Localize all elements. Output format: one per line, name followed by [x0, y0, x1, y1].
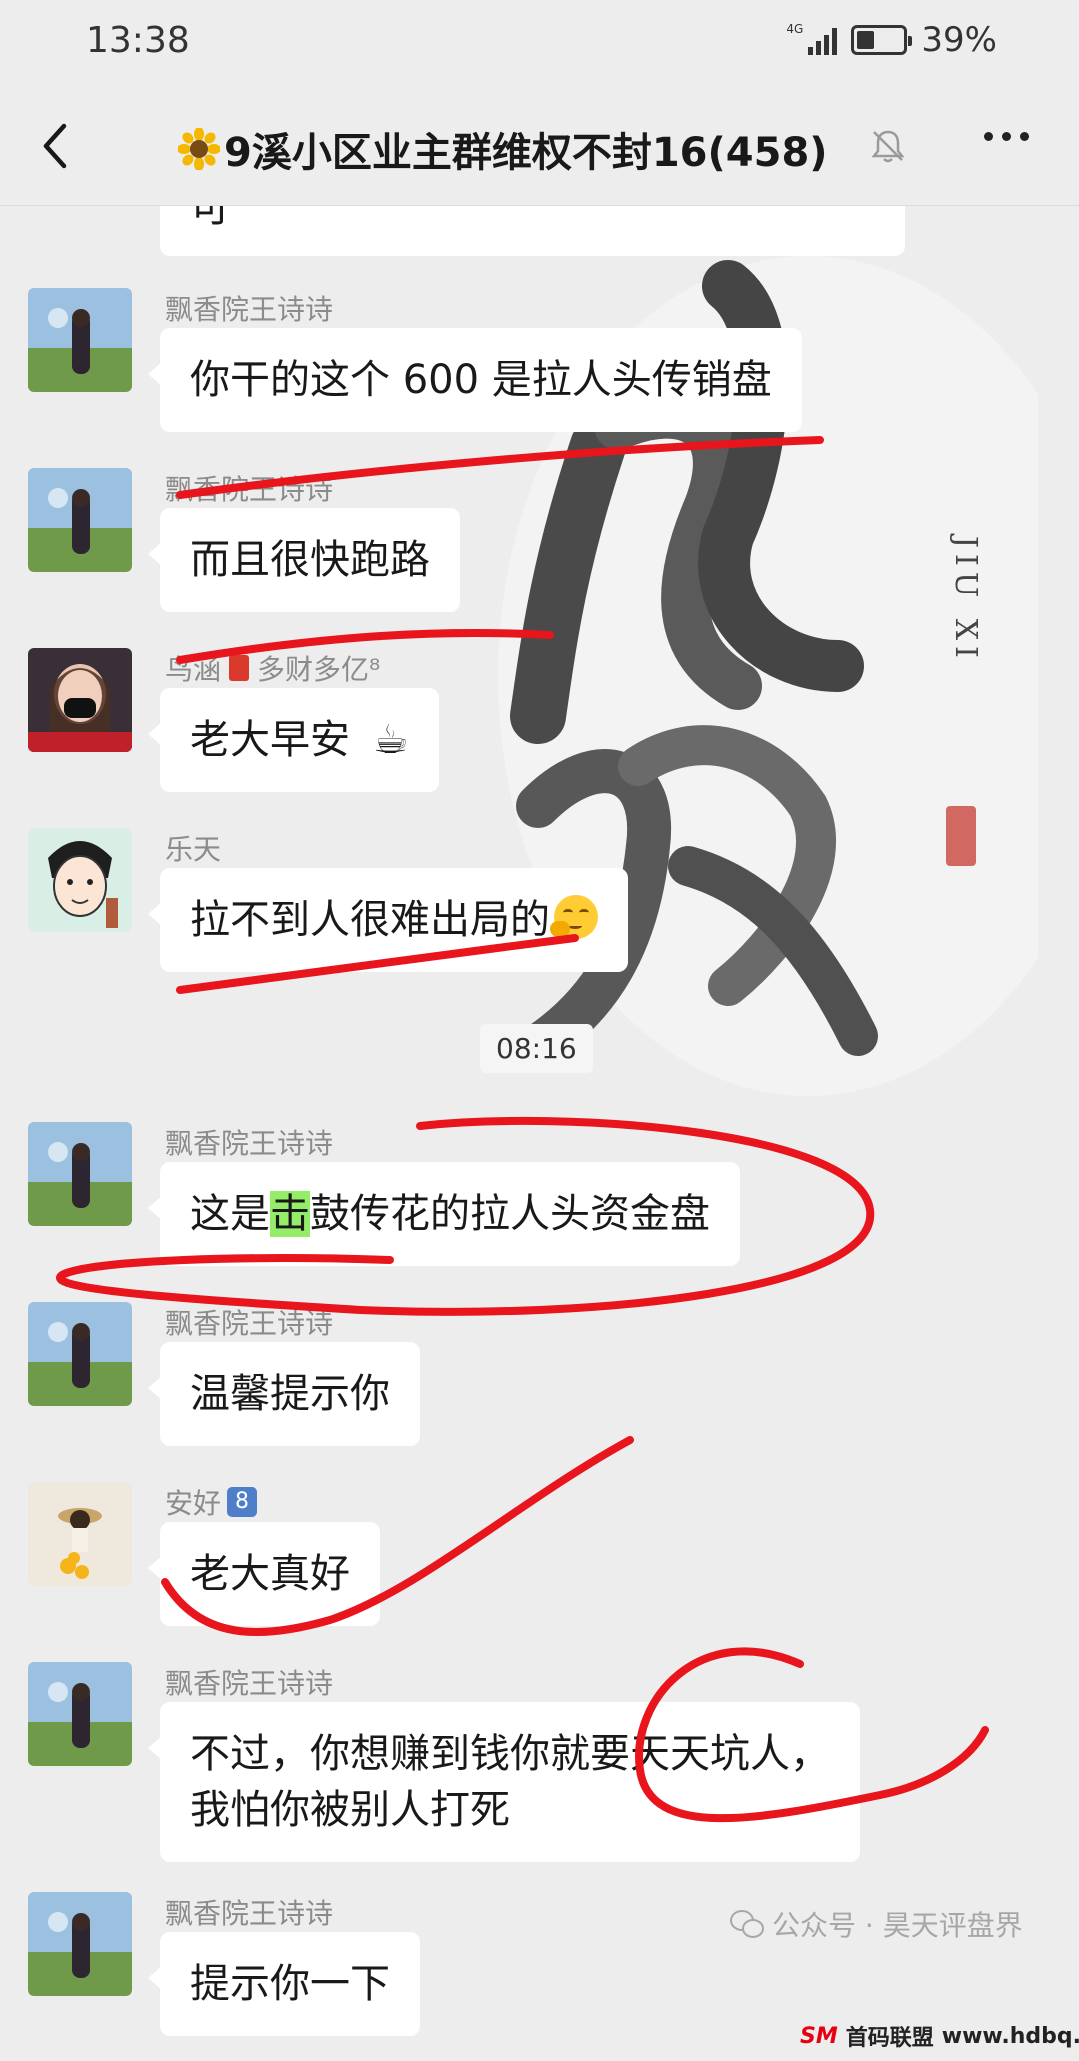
- sender-name: 飘香院王诗诗: [165, 1307, 334, 1340]
- credit-text: 公众号 · 昊天评盘界: [772, 1909, 1023, 1942]
- message-text: 老大早安: [190, 717, 350, 763]
- sender-name: 飘香院王诗诗: [165, 473, 334, 506]
- back-button[interactable]: [34, 118, 84, 174]
- status-time: 13:38: [86, 20, 190, 61]
- message-text: 老大真好: [190, 1551, 350, 1597]
- sender-suffix: 多财多亿⁸: [257, 653, 381, 686]
- more-dots-icon[interactable]: [984, 132, 1029, 141]
- public-account-credit: 公众号 · 昊天评盘界: [730, 1904, 1023, 1944]
- message-text: 提示你一下: [190, 1961, 390, 2007]
- avatar[interactable]: [28, 1122, 132, 1226]
- sender-name: 安好 8: [165, 1482, 258, 1522]
- message-text: 可: [190, 206, 230, 231]
- sender-name: 乐天: [165, 833, 222, 866]
- sender-name: 飘香院王诗诗: [165, 1667, 334, 1700]
- status-indicators: 4G 39%: [786, 20, 997, 60]
- message-text-before: 这是: [190, 1191, 270, 1237]
- sender-name: 飘香院王诗诗: [165, 293, 334, 326]
- message-bubble[interactable]: 你干的这个 600 是拉人头传销盘: [148, 328, 802, 432]
- message-bubble[interactable]: 温馨提示你: [148, 1342, 420, 1446]
- chat-title-text: 9溪小区业主群维权不封16(458): [224, 130, 828, 176]
- avatar[interactable]: [28, 1482, 132, 1586]
- sender-name-text: 安好: [165, 1487, 222, 1520]
- site-watermark: SM 首码联盟 www.hdbq.cc: [800, 2020, 1079, 2052]
- sunflower-icon: [178, 128, 220, 170]
- battery-percent: 39%: [921, 20, 997, 60]
- sender-name-text: 鸟涵: [165, 653, 222, 686]
- avatar[interactable]: [28, 648, 132, 752]
- avatar[interactable]: [28, 1662, 132, 1766]
- avatar[interactable]: [28, 1892, 132, 1996]
- message-text: 而且很快跑路: [190, 537, 430, 583]
- message-bubble[interactable]: 老大早安 ☕: [148, 688, 439, 792]
- message-text: 你干的这个 600 是拉人头传销盘: [190, 357, 772, 403]
- chat-area[interactable]: JIU XI 可 飘香院王诗诗 你干的这个 600 是拉人头传销盘 飘香院王诗诗…: [0, 206, 1079, 2061]
- chevron-left-icon: [43, 123, 67, 169]
- message-text-line: 不过，你想赚到钱你就要天天坑人，: [190, 1731, 830, 1777]
- thinking-face-icon: [550, 895, 598, 939]
- status-bar: 13:38 4G 39%: [0, 0, 1079, 88]
- sender-name: 飘香院王诗诗: [165, 1897, 334, 1930]
- message-text: 温馨提示你: [190, 1371, 390, 1417]
- message-bubble[interactable]: 而且很快跑路: [148, 508, 460, 612]
- selected-text[interactable]: 击: [270, 1191, 310, 1237]
- message-bubble[interactable]: 拉不到人很难出局的: [148, 868, 628, 972]
- coffee-icon: ☕: [372, 717, 409, 763]
- avatar[interactable]: [28, 828, 132, 932]
- message-bubble[interactable]: 老大真好: [148, 1522, 380, 1626]
- message-text: 拉不到人很难出局的: [190, 897, 550, 943]
- watermark-text: JIU XI: [948, 533, 983, 664]
- message-text-line: 我怕你被别人打死: [190, 1787, 510, 1833]
- bell-off-icon: [871, 130, 905, 163]
- message-bubble[interactable]: 不过，你想赚到钱你就要天天坑人， 我怕你被别人打死: [148, 1702, 860, 1862]
- sender-name: 鸟涵 多财多亿⁸: [165, 648, 380, 688]
- timestamp: 08:16: [480, 1024, 593, 1073]
- site-logo: SM: [800, 2023, 838, 2049]
- wechat-icon: [730, 1910, 764, 1938]
- message-bubble[interactable]: 可: [160, 206, 905, 256]
- avatar[interactable]: [28, 288, 132, 392]
- avatar[interactable]: [28, 1302, 132, 1406]
- network-type: 4G: [786, 22, 804, 36]
- battery-icon: [851, 25, 913, 55]
- avatar[interactable]: [28, 468, 132, 572]
- chat-title: 9溪小区业主群维权不封16(458): [178, 120, 828, 178]
- message-bubble[interactable]: 提示你一下: [148, 1932, 420, 2036]
- message-bubble[interactable]: 这是击鼓传花的拉人头资金盘: [148, 1162, 740, 1266]
- message-text-after: 鼓传花的拉人头资金盘: [310, 1191, 710, 1237]
- sender-name: 飘香院王诗诗: [165, 1127, 334, 1160]
- site-name: 首码联盟: [845, 2026, 934, 2051]
- chat-header: 9溪小区业主群维权不封16(458): [0, 88, 1079, 206]
- site-url: www.hdbq.cc: [941, 2023, 1079, 2049]
- signal-icon: 4G: [786, 22, 838, 55]
- sender-badge: 8: [227, 1487, 258, 1517]
- red-packet-icon: [229, 655, 250, 681]
